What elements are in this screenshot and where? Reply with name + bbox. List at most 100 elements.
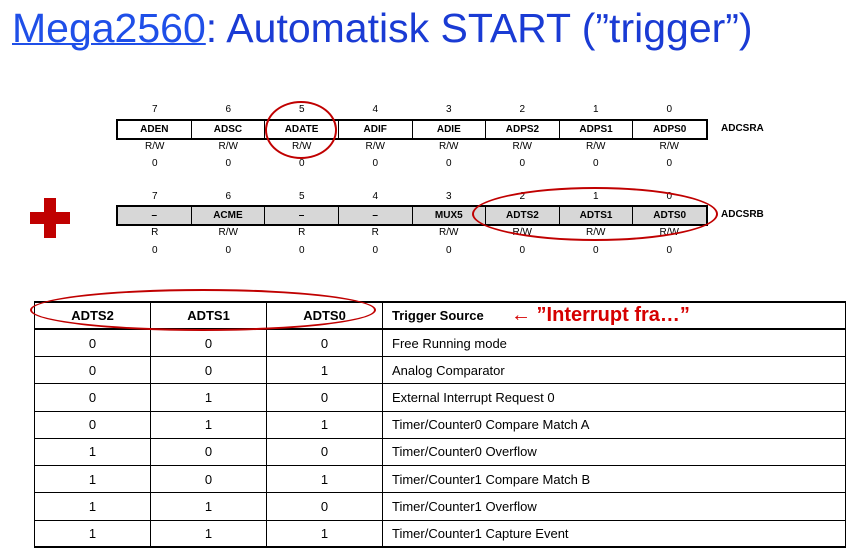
initial-value: 0 — [519, 158, 526, 169]
access-type: R — [371, 227, 379, 238]
table-header-row: ADTS2 ADTS1 ADTS0 Trigger Source — [34, 300, 846, 331]
register-bit-cell: – — [118, 207, 192, 224]
access-type: R/W — [292, 141, 312, 152]
bit-number: 1 — [592, 104, 599, 115]
table-row: 1 1 1 Timer/Counter1 Capture Event — [34, 519, 846, 549]
table-cell: 0 — [150, 355, 267, 385]
table-cell: 0 — [34, 355, 151, 385]
bit-number: 3 — [445, 104, 452, 115]
table-cell: 1 — [34, 492, 151, 521]
table-cell: External Interrupt Request 0 — [382, 383, 846, 412]
table-row: 1 0 0 Timer/Counter0 Overflow — [34, 437, 846, 467]
table-cell: 1 — [266, 355, 383, 385]
initial-value: 0 — [151, 158, 158, 169]
adcsra-access-row: R/W R/W R/W R/W R/W R/W R/W R/W — [118, 141, 706, 152]
initial-value: 0 — [372, 245, 379, 256]
initial-value: 0 — [372, 158, 379, 169]
table-row: 0 1 1 Timer/Counter0 Compare Match A — [34, 410, 846, 439]
table-cell: Timer/Counter1 Compare Match B — [382, 464, 846, 494]
initial-value: 0 — [225, 158, 232, 169]
table-cell: 0 — [266, 492, 383, 521]
access-type: R/W — [586, 227, 606, 238]
bit-number: 4 — [372, 191, 379, 202]
register-bit-cell: ADIF — [339, 121, 413, 138]
table-cell: 1 — [34, 437, 151, 467]
register-bit-cell: ADTS2 — [486, 207, 560, 224]
register-bit-cell: ADATE — [265, 121, 339, 138]
table-cell: 0 — [150, 464, 267, 494]
adcsra-bit-numbers: 7 6 5 4 3 2 1 0 — [118, 104, 706, 115]
table-cell: 1 — [266, 464, 383, 494]
register-bit-cell: – — [338, 207, 413, 224]
table-cell: 0 — [266, 437, 383, 467]
register-bit-cell: MUX5 — [412, 207, 487, 224]
register-bit-cell: – — [265, 207, 339, 224]
column-header-adts0: ADTS0 — [266, 300, 383, 331]
initial-value: 0 — [592, 158, 599, 169]
table-row: 1 0 1 Timer/Counter1 Compare Match B — [34, 464, 846, 494]
bit-number: 1 — [592, 191, 599, 202]
table-row: 0 1 0 External Interrupt Request 0 — [34, 383, 846, 412]
column-header-adts1: ADTS1 — [150, 300, 267, 331]
table-cell: 1 — [150, 519, 267, 549]
register-bit-cell: ADPS1 — [560, 121, 634, 138]
trigger-source-table: ADTS2 ADTS1 ADTS0 Trigger Source 0 0 0 F… — [34, 300, 846, 549]
initial-value: 0 — [445, 245, 452, 256]
register-bit-cell: ADSC — [192, 121, 266, 138]
initial-value: 0 — [445, 158, 452, 169]
initial-value: 0 — [151, 245, 158, 256]
table-row: 0 0 1 Analog Comparator — [34, 355, 846, 385]
table-cell: 0 — [34, 328, 151, 358]
access-type: R/W — [512, 227, 532, 238]
access-type: R/W — [659, 227, 679, 238]
access-type: R — [151, 227, 159, 238]
interrupt-annotation: ← ”Interrupt fra…” — [511, 304, 690, 326]
access-type: R/W — [439, 141, 459, 152]
table-cell: Timer/Counter1 Capture Event — [382, 519, 846, 549]
table-cell: 0 — [150, 328, 267, 358]
table-cell: Timer/Counter1 Overflow — [382, 492, 846, 521]
access-type: R/W — [512, 141, 532, 152]
bit-number: 5 — [298, 191, 305, 202]
initial-value: 0 — [666, 158, 673, 169]
adcsra-initial-row: 0 0 0 0 0 0 0 0 — [118, 158, 706, 169]
register-bit-cell: ADTS1 — [559, 207, 634, 224]
register-bit-cell: ADPS2 — [486, 121, 560, 138]
access-type: R/W — [218, 227, 238, 238]
register-bit-cell: ADPS0 — [653, 124, 687, 135]
adcsrb-initial-row: 0 0 0 0 0 0 0 0 — [118, 245, 706, 256]
table-cell: 1 — [34, 464, 151, 494]
initial-value: 0 — [225, 245, 232, 256]
column-header-adts2: ADTS2 — [34, 300, 151, 331]
register-bit-cell: ADEN — [118, 121, 192, 138]
bit-number: 0 — [666, 191, 673, 202]
bit-number: 6 — [225, 191, 232, 202]
table-cell: 1 — [150, 383, 267, 412]
bit-number: 7 — [151, 104, 158, 115]
table-cell: Timer/Counter0 Overflow — [382, 437, 846, 467]
adcsrb-register: – ACME – – MUX5 ADTS2 ADTS1 ADTS0 — [116, 205, 708, 226]
adcsrb-bit-numbers: 7 6 5 4 3 2 1 0 — [118, 191, 706, 202]
bit-number: 3 — [445, 191, 452, 202]
table-row: 0 0 0 Free Running mode — [34, 328, 846, 358]
initial-value: 0 — [519, 245, 526, 256]
access-type: R/W — [659, 141, 679, 152]
table-cell: 0 — [34, 383, 151, 412]
bit-number: 2 — [519, 191, 526, 202]
plus-icon — [30, 198, 70, 238]
title-link[interactable]: Mega2560 — [12, 5, 206, 51]
table-cell: 0 — [266, 383, 383, 412]
slide-title: Mega2560: Automatisk START (”trigger”) — [12, 5, 753, 51]
access-type: R/W — [145, 141, 165, 152]
initial-value: 0 — [298, 245, 305, 256]
adcsrb-access-row: R R/W R R R/W R/W R/W R/W — [118, 227, 706, 238]
register-bit-cell: ACME — [191, 207, 266, 224]
initial-value: 0 — [666, 245, 673, 256]
table-cell: 1 — [150, 492, 267, 521]
access-type: R/W — [365, 141, 385, 152]
bit-number: 2 — [519, 104, 526, 115]
bit-number: 6 — [225, 104, 232, 115]
table-cell: Free Running mode — [382, 328, 846, 358]
table-cell: 0 — [150, 437, 267, 467]
table-cell: 0 — [34, 410, 151, 439]
